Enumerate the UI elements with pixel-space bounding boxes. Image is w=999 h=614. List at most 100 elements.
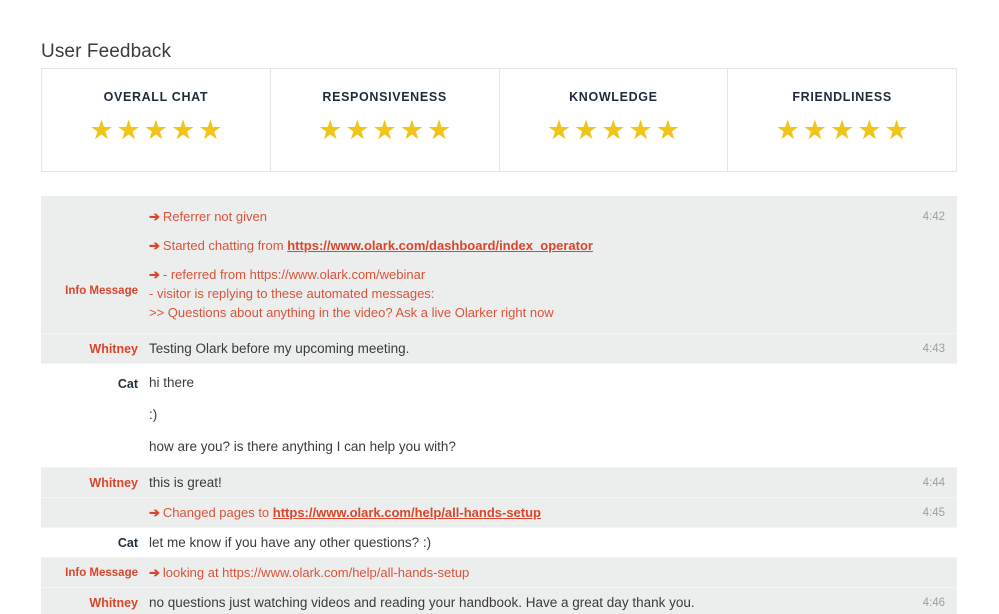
rating-card: OVERALL CHAT ★ ★ ★ ★ ★ xyxy=(42,69,271,171)
star-icon: ★ xyxy=(143,115,168,145)
user-feedback-page: User Feedback OVERALL CHAT ★ ★ ★ ★ ★ RESPONSIV… xyxy=(0,0,999,614)
arrow-right-icon: ➔ xyxy=(149,565,160,580)
chat-message-body: hi there:) how are you? is there anything… xyxy=(149,364,885,467)
chat-row: Cat hi there:) how are you? is there anyth… xyxy=(41,364,957,468)
star-icon: ★ xyxy=(830,115,855,145)
chat-timestamp xyxy=(885,364,957,376)
chat-message-line: this is great! xyxy=(149,474,877,491)
chat-speaker-label: Whitney xyxy=(89,476,138,490)
chat-message-text: Started chatting from xyxy=(162,238,288,253)
chat-row: Info Message ➔ looking at https://www.olar… xyxy=(41,558,957,588)
chat-timestamp: 4:44 xyxy=(922,477,945,489)
chat-message-text: :) xyxy=(149,407,158,422)
star-icon: ★ xyxy=(399,115,424,145)
chat-row: Info Message ➔ Referrer not given ➔ Started … xyxy=(41,196,957,334)
chat-timestamp: 4:45 xyxy=(922,507,945,519)
chat-message-text: - referred from https://www.olark.com/we… xyxy=(162,267,426,282)
star-icon: ★ xyxy=(574,115,599,145)
rating-card-label: RESPONSIVENESS xyxy=(322,90,447,104)
chat-message-line: no questions just watching videos and re… xyxy=(149,594,877,611)
star-rating: ★ ★ ★ ★ ★ xyxy=(547,117,680,144)
chat-speaker-label: Info Message xyxy=(65,567,138,579)
chat-message-body: Testing Olark before my upcoming meeting… xyxy=(149,334,885,363)
star-icon: ★ xyxy=(546,115,572,145)
star-icon: ★ xyxy=(884,115,909,145)
chat-message-line: ➔ looking at https://www.olark.com/help/a… xyxy=(149,564,877,581)
chat-message-line: ➔ Referrer not given xyxy=(149,208,877,225)
star-icon: ★ xyxy=(372,115,397,145)
chat-row: Whitney Testing Olark before my upcoming … xyxy=(41,334,957,364)
chat-speaker-label xyxy=(41,498,149,505)
chat-speaker-label: Cat xyxy=(117,536,138,550)
chat-row: Whitney no questions just watching videos… xyxy=(41,588,957,614)
chat-message-body: let me know if you have any other questi… xyxy=(149,528,885,557)
star-rating: ★ ★ ★ ★ ★ xyxy=(776,117,909,144)
star-icon: ★ xyxy=(426,115,452,145)
chat-message-line: :) xyxy=(149,406,877,423)
chat-message-body: no questions just watching videos and re… xyxy=(149,588,885,614)
arrow-right-icon: ➔ xyxy=(149,209,160,224)
rating-card-label: FRIENDLINESS xyxy=(792,90,892,104)
chat-timestamp xyxy=(885,528,957,535)
chat-message-line: let me know if you have any other questi… xyxy=(149,534,877,551)
arrow-right-icon: ➔ xyxy=(149,505,160,520)
rating-card-label: OVERALL CHAT xyxy=(103,90,209,104)
rating-card: FRIENDLINESS ★ ★ ★ ★ ★ xyxy=(728,69,956,171)
ratings-card-strip: OVERALL CHAT ★ ★ ★ ★ ★ RESPONSIVENESS ★ ★ ★ ★ ★ KNOW… xyxy=(41,68,957,172)
chat-message-link[interactable]: https://www.olark.com/help/all-hands-set… xyxy=(273,505,541,520)
chat-message-text: Referrer not given xyxy=(162,209,267,224)
chat-message-line-with-link[interactable]: ➔ Changed pages to https://www.olark.com/… xyxy=(149,504,877,521)
chat-speaker-label: Whitney xyxy=(89,342,138,356)
star-icon: ★ xyxy=(318,115,343,145)
chat-message-body: ➔ Changed pages to https://www.olark.com/… xyxy=(149,498,885,527)
chat-message-body: ➔ Referrer not given ➔ Started chatting fro… xyxy=(149,196,885,333)
chat-row: ➔ Changed pages to https://www.olark.com/… xyxy=(41,498,957,528)
chat-message-text: this is great! xyxy=(149,475,222,490)
chat-message-text: Changed pages to xyxy=(162,505,273,520)
chat-row: Whitney this is great! 4:44 xyxy=(41,468,957,498)
chat-message-text: let me know if you have any other questi… xyxy=(149,535,432,550)
chat-timestamp: 4:46 xyxy=(922,597,945,609)
chat-message-text: how are you? is there anything I can hel… xyxy=(149,439,456,454)
rating-card: RESPONSIVENESS ★ ★ ★ ★ ★ xyxy=(270,69,500,171)
star-icon: ★ xyxy=(198,115,223,145)
chat-timestamp xyxy=(885,558,957,565)
star-icon: ★ xyxy=(345,115,370,145)
chat-message-line-with-link[interactable]: ➔ Started chatting from https://www.olark… xyxy=(149,237,877,254)
star-icon: ★ xyxy=(857,115,882,145)
chat-message-text: hi there xyxy=(149,375,195,390)
chat-message-body: ➔ looking at https://www.olark.com/help/a… xyxy=(149,558,885,587)
page-title: User Feedback xyxy=(41,40,172,62)
chat-message-body: this is great! xyxy=(149,468,885,497)
star-icon: ★ xyxy=(655,115,680,145)
chat-message-text: Testing Olark before my upcoming meeting… xyxy=(149,341,410,356)
chat-speaker-label: Info Message xyxy=(65,285,138,297)
chat-message-line: hi there xyxy=(149,374,877,391)
chat-timestamp: 4:42 xyxy=(922,211,945,223)
star-icon: ★ xyxy=(170,115,196,145)
chat-message-link[interactable]: https://www.olark.com/dashboard/index_op… xyxy=(287,238,593,253)
chat-row: Cat let me know if you have any other que… xyxy=(41,528,957,558)
star-icon: ★ xyxy=(116,115,141,145)
chat-message-line: ➔ - referred from https://www.olark.com/w… xyxy=(149,266,877,283)
star-icon: ★ xyxy=(628,115,653,145)
chat-message-text: - visitor is replying to these automated… xyxy=(149,286,435,301)
chat-message-line: how are you? is there anything I can hel… xyxy=(149,438,877,455)
arrow-right-icon: ➔ xyxy=(149,238,160,253)
star-rating: ★ ★ ★ ★ ★ xyxy=(89,117,222,144)
chat-message-text: no questions just watching videos and re… xyxy=(149,595,695,610)
chat-message-line: - visitor is replying to these automated… xyxy=(149,285,877,302)
star-icon: ★ xyxy=(89,115,114,145)
chat-message-line: >> Questions about anything in the video… xyxy=(149,304,877,321)
rating-card: KNOWLEDGE ★ ★ ★ ★ ★ xyxy=(499,69,729,171)
chat-speaker-label: Whitney xyxy=(89,596,138,610)
chat-timestamp: 4:43 xyxy=(922,343,945,355)
chat-transcript: Info Message ➔ Referrer not given ➔ Started … xyxy=(41,196,957,614)
chat-message-line: Testing Olark before my upcoming meeting… xyxy=(149,340,877,357)
star-rating: ★ ★ ★ ★ ★ xyxy=(318,117,451,144)
chat-message-text: >> Questions about anything in the video… xyxy=(149,305,554,320)
star-icon: ★ xyxy=(601,115,626,145)
star-icon: ★ xyxy=(802,115,828,145)
chat-speaker-label: Cat xyxy=(117,377,138,391)
star-icon: ★ xyxy=(775,115,800,145)
